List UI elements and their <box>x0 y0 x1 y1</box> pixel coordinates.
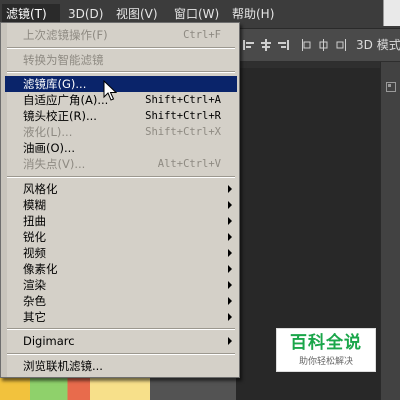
menu-item-pixelate[interactable]: 像素化 <box>5 261 237 277</box>
watermark-title: 百科全说 <box>290 333 362 353</box>
menu-item-digimarc[interactable]: Digimarc <box>5 333 237 349</box>
document-image-bottom <box>0 376 150 400</box>
menu-item-convert-smart-filter[interactable]: 转换为智能滤镜 <box>5 52 237 68</box>
menu-item-shortcut: Shift+Ctrl+X <box>145 126 221 138</box>
distribute-right-icon[interactable] <box>334 38 348 52</box>
menu-item-shortcut: Alt+Ctrl+V <box>157 158 221 170</box>
menu-item-label: 转换为智能滤镜 <box>23 53 104 67</box>
menu-item-label: 模糊 <box>23 198 46 212</box>
menu-item-browse-online-filters[interactable]: 浏览联机滤镜... <box>5 358 237 374</box>
menu-item-distort[interactable]: 扭曲 <box>5 213 237 229</box>
menu-item-label: 锐化 <box>23 230 46 244</box>
menu-item-liquify[interactable]: 液化(L)... Shift+Ctrl+X <box>5 124 237 140</box>
menu-item-oil-paint[interactable]: 油画(O)... <box>5 140 237 156</box>
submenu-arrow-icon <box>228 233 232 241</box>
watermark-logo: 百科全说 助你轻松解决 <box>276 328 376 372</box>
menu-separator <box>7 47 235 49</box>
submenu-arrow-icon <box>228 217 232 225</box>
distribute-center-icon[interactable] <box>317 38 331 52</box>
menu-item-other[interactable]: 其它 <box>5 309 237 325</box>
menu-item-noise[interactable]: 杂色 <box>5 293 237 309</box>
menu-item-adaptive-wide-angle[interactable]: 自适应广角(A)... Shift+Ctrl+A <box>5 92 237 108</box>
menu-help[interactable]: 帮助(H) <box>228 4 278 24</box>
menu-item-label: 上次滤镜操作(F) <box>23 28 108 42</box>
menu-item-blur[interactable]: 模糊 <box>5 197 237 213</box>
menu-view[interactable]: 视图(V) <box>112 4 162 24</box>
menu-item-label: 扭曲 <box>23 214 46 228</box>
menu-item-shortcut: Shift+Ctrl+A <box>145 94 221 106</box>
menu-item-label: 自适应广角(A)... <box>23 93 109 107</box>
menu-3d[interactable]: 3D(D) <box>64 4 103 24</box>
filter-dropdown-menu: 上次滤镜操作(F) Ctrl+F 转换为智能滤镜 滤镜库(G)... 自适应广角… <box>0 22 240 378</box>
submenu-arrow-icon <box>228 281 232 289</box>
menu-item-render[interactable]: 渲染 <box>5 277 237 293</box>
menu-separator <box>7 353 235 355</box>
align-center-icon[interactable] <box>259 38 273 52</box>
submenu-arrow-icon <box>228 337 232 345</box>
menu-item-sharpen[interactable]: 锐化 <box>5 229 237 245</box>
menu-item-shortcut: Shift+Ctrl+R <box>145 110 221 122</box>
menu-item-label: Digimarc <box>23 334 75 348</box>
menu-item-label: 液化(L)... <box>23 125 73 139</box>
menu-separator <box>7 71 235 73</box>
menu-item-label: 其它 <box>23 310 46 324</box>
menu-item-vanishing-point[interactable]: 消失点(V)... Alt+Ctrl+V <box>5 156 237 172</box>
menu-item-label: 像素化 <box>23 262 58 276</box>
menu-item-label: 消失点(V)... <box>23 157 86 171</box>
submenu-arrow-icon <box>228 185 232 193</box>
submenu-arrow-icon <box>228 201 232 209</box>
menu-item-lens-correction[interactable]: 镜头校正(R)... Shift+Ctrl+R <box>5 108 237 124</box>
menu-item-label: 镜头校正(R)... <box>23 109 97 123</box>
panel-icon[interactable] <box>386 82 396 92</box>
menu-item-label: 风格化 <box>23 182 58 196</box>
right-panel-dock <box>380 62 400 400</box>
submenu-arrow-icon <box>228 265 232 273</box>
menu-window[interactable]: 窗口(W) <box>170 4 222 24</box>
3d-mode-label: 3D 模式 <box>356 38 400 52</box>
menu-separator <box>7 176 235 178</box>
align-right-icon[interactable] <box>276 38 290 52</box>
submenu-arrow-icon <box>228 313 232 321</box>
window-close-button[interactable] <box>383 0 400 26</box>
menu-item-label: 浏览联机滤镜... <box>23 359 103 373</box>
menu-item-filter-gallery[interactable]: 滤镜库(G)... <box>5 76 237 92</box>
menu-item-shortcut: Ctrl+F <box>183 29 221 41</box>
submenu-arrow-icon <box>228 297 232 305</box>
menu-separator <box>7 328 235 330</box>
distribute-left-icon[interactable] <box>300 38 314 52</box>
menu-item-label: 油画(O)... <box>23 141 75 155</box>
menu-item-label: 渲染 <box>23 278 46 292</box>
menu-item-video[interactable]: 视频 <box>5 245 237 261</box>
watermark-subtitle: 助你轻松解决 <box>298 357 353 367</box>
menu-item-stylize[interactable]: 风格化 <box>5 181 237 197</box>
align-left-icon[interactable] <box>242 38 256 52</box>
menu-item-label: 杂色 <box>23 294 46 308</box>
menu-item-last-filter[interactable]: 上次滤镜操作(F) Ctrl+F <box>5 27 237 43</box>
menu-item-label: 视频 <box>23 246 46 260</box>
submenu-arrow-icon <box>228 249 232 257</box>
mouse-pointer-icon <box>103 80 117 102</box>
menu-item-label: 滤镜库(G)... <box>23 77 87 91</box>
menu-filter[interactable]: 滤镜(T) <box>2 4 60 24</box>
